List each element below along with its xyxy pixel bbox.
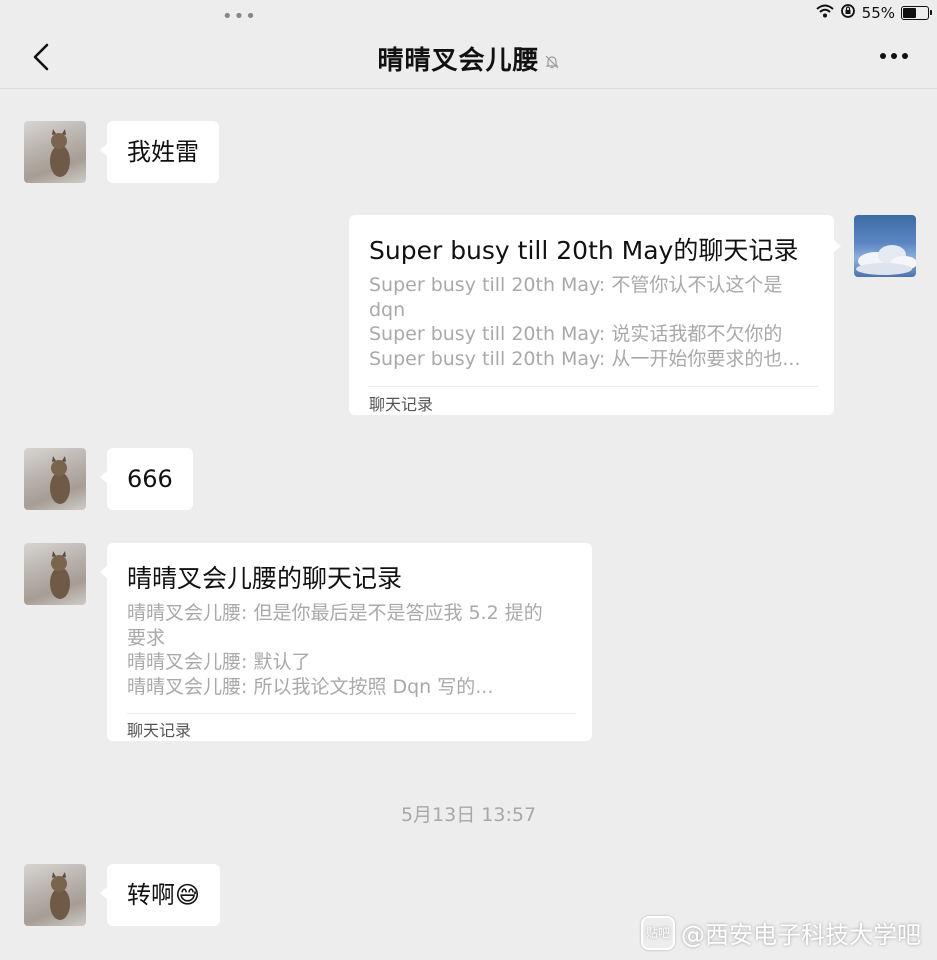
message-bubble[interactable]: 我姓雷 xyxy=(100,121,219,183)
chat-record-line: Super busy till 20th May: 从一开始你要求的也... xyxy=(369,347,801,370)
cloud-photo-icon xyxy=(856,245,916,275)
chat-record-line: Super busy till 20th May: 说实话我都不欠你的 xyxy=(369,323,783,345)
chat-record-footer: 聊天记录 xyxy=(369,395,434,414)
cat-photo-icon xyxy=(50,551,70,599)
battery-percent: 55% xyxy=(861,4,895,22)
lock-rotation-icon xyxy=(840,3,856,23)
watermark: 贴吧 @西安电子科技大学吧 xyxy=(641,915,921,950)
chat-title-wrap: 晴晴叉会儿腰 xyxy=(0,40,937,77)
contact-avatar[interactable] xyxy=(24,543,86,605)
contact-avatar[interactable] xyxy=(24,448,86,510)
multitask-dots-icon[interactable]: ••• xyxy=(222,6,257,27)
cat-photo-icon xyxy=(50,456,70,504)
contact-avatar[interactable] xyxy=(24,864,86,926)
chat-record-card[interactable]: Super busy till 20th May的聊天记录 Super busy… xyxy=(349,215,841,415)
my-avatar[interactable] xyxy=(854,215,916,277)
more-button[interactable] xyxy=(877,44,911,68)
muted-bell-icon xyxy=(544,47,560,77)
message-text: 转啊😅 xyxy=(127,881,201,909)
chat-record-line: Super busy till 20th May: 不管你认不认这个是 xyxy=(369,274,783,296)
contact-avatar[interactable] xyxy=(24,121,86,183)
chat-record-line: 晴晴叉会儿腰: 但是你最后是不是答应我 5.2 提的 xyxy=(127,602,543,624)
more-dots-icon xyxy=(880,53,908,59)
divider xyxy=(369,386,818,387)
cat-photo-icon xyxy=(50,872,70,920)
chat-record-footer: 聊天记录 xyxy=(127,721,192,740)
tieba-logo-icon: 贴吧 xyxy=(641,915,675,950)
chat-record-line: 晴晴叉会儿腰: 默认了 xyxy=(127,651,311,673)
divider xyxy=(127,713,576,714)
chat-record-title: Super busy till 20th May的聊天记录 xyxy=(369,236,799,265)
message-timestamp: 5月13日 13:57 xyxy=(400,804,537,826)
message-text: 666 xyxy=(127,465,173,493)
message-bubble[interactable]: 转啊😅 xyxy=(99,864,221,926)
chat-record-line: dqn xyxy=(369,298,406,321)
message-text: 我姓雷 xyxy=(127,138,199,166)
chat-record-preview: Super busy till 20th May: 不管你认不认这个是 dqn … xyxy=(369,273,814,371)
chat-title: 晴晴叉会儿腰 xyxy=(377,46,540,76)
status-icons: 55% xyxy=(815,3,932,23)
chat-record-title: 晴晴叉会儿腰的聊天记录 xyxy=(127,564,403,593)
message-bubble[interactable]: 666 xyxy=(100,448,193,510)
chat-record-line: 晴晴叉会儿腰: 所以我论文按照 Dqn 写的... xyxy=(127,675,494,698)
wifi-icon xyxy=(815,4,834,22)
chat-header: 晴晴叉会儿腰 xyxy=(0,30,937,89)
battery-icon xyxy=(901,6,932,20)
chat-record-card[interactable]: 晴晴叉会儿腰的聊天记录 晴晴叉会儿腰: 但是你最后是不是答应我 5.2 提的 要… xyxy=(100,543,592,741)
chat-record-preview: 晴晴叉会儿腰: 但是你最后是不是答应我 5.2 提的 要求 晴晴叉会儿腰: 默认… xyxy=(127,601,572,699)
battery-fill xyxy=(903,8,916,18)
watermark-text: @西安电子科技大学吧 xyxy=(681,921,921,949)
cat-photo-icon xyxy=(50,129,70,177)
chat-record-line: 要求 xyxy=(127,626,166,649)
status-bar: ••• 55% xyxy=(0,0,937,30)
